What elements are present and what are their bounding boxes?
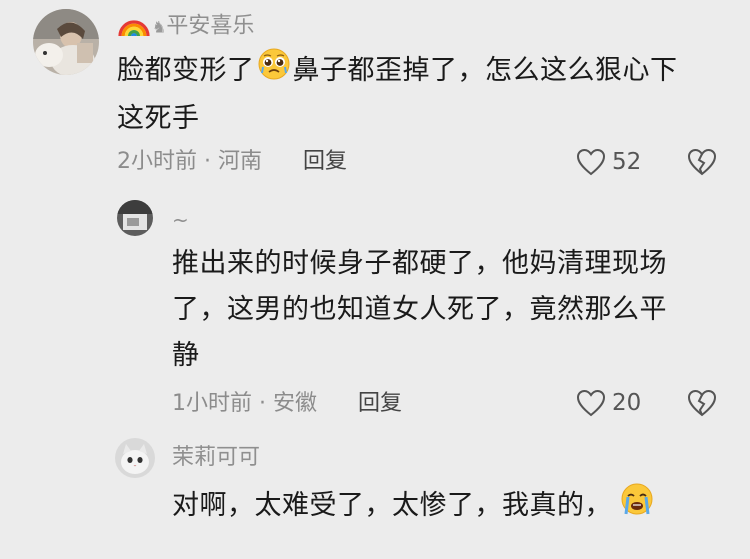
comment-text: 脸都变形了 鼻子都歪掉了，怎么这么狠心下 这死手 — [117, 47, 678, 142]
dislike-button[interactable] — [686, 148, 718, 180]
meta-separator: · — [197, 149, 218, 174]
rainbow-emoji-icon — [118, 10, 150, 43]
comment-line: 对啊，太难受了，太惨了，我真的， — [172, 482, 656, 531]
reply-button[interactable]: 回复 — [303, 149, 347, 174]
avatar[interactable] — [33, 9, 99, 75]
comment-text: 推出来的时候身子都硬了，他妈清理现场 了，这男的也知道女人死了，竟然那么平 静 — [172, 241, 667, 379]
comment-meta-partial — [172, 536, 179, 558]
loudly-crying-face-emoji-icon — [620, 482, 654, 531]
username[interactable]: ~ — [172, 210, 189, 230]
pleading-face-emoji-icon — [257, 47, 291, 96]
username[interactable]: ♞平安喜乐 — [118, 10, 254, 43]
unicorn-emoji-icon: ♞ — [152, 17, 167, 37]
comment-meta: 2小时前 · 河南 回复 — [117, 151, 347, 173]
comment-location: 河南 — [217, 149, 262, 174]
reply-item: 茉莉可可 对啊，太难受了，太惨了，我真的， — [0, 430, 750, 543]
comment-line: 静 — [172, 340, 200, 371]
comment-meta: 1小时前 · 安徽 回复 — [172, 393, 402, 415]
comment-line-text: 脸都变形了 — [117, 55, 255, 86]
comment-time: 2小时前 — [117, 149, 197, 174]
comment-line: 推出来的时候身子都硬了，他妈清理现场 — [172, 248, 667, 279]
reply-item: ~ 推出来的时候身子都硬了，他妈清理现场 了，这男的也知道女人死了，竟然那么平 … — [0, 190, 750, 430]
like-count: 20 — [612, 389, 642, 416]
like-count: 52 — [612, 148, 642, 175]
avatar-photo — [33, 9, 99, 75]
heart-outline-icon — [576, 389, 606, 417]
comment-item: ♞平安喜乐 脸都变形了 鼻子都歪掉了，怎么这么狠心下 这死手 2小时前 · 河南… — [0, 0, 750, 190]
reply-button[interactable]: 回复 — [358, 391, 402, 416]
comment-line: 脸都变形了 鼻子都歪掉了，怎么这么狠心下 — [117, 47, 678, 96]
like-button[interactable]: 52 — [576, 148, 641, 176]
broken-heart-icon — [687, 148, 717, 176]
avatar[interactable] — [115, 438, 155, 478]
comment-line-text: 对啊，太难受了，太惨了，我真的， — [172, 490, 612, 521]
cut-off-meta — [172, 534, 179, 559]
username-text: 平安喜乐 — [166, 13, 255, 39]
meta-separator: · — [252, 391, 273, 416]
username[interactable]: 茉莉可可 — [172, 447, 260, 469]
heart-outline-icon — [576, 148, 606, 176]
comment-line-text: 鼻子都歪掉了，怎么这么狠心下 — [292, 55, 678, 86]
avatar-photo — [117, 200, 153, 236]
avatar[interactable] — [117, 200, 153, 236]
like-button[interactable]: 20 — [576, 389, 641, 417]
comment-text: 对啊，太难受了，太惨了，我真的， — [172, 482, 656, 531]
comment-line: 这死手 — [117, 103, 200, 134]
comment-time: 1小时前 — [172, 391, 252, 416]
comment-location: 安徽 — [272, 391, 317, 416]
broken-heart-icon — [687, 389, 717, 417]
comment-line: 了，这男的也知道女人死了，竟然那么平 — [172, 294, 667, 325]
avatar-photo — [115, 438, 155, 478]
dislike-button[interactable] — [686, 389, 718, 421]
